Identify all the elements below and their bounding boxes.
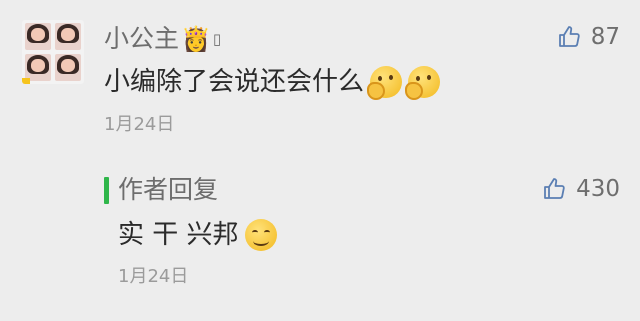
reply-like-button[interactable]: 430 bbox=[542, 176, 620, 202]
reply-body: 实 干 兴邦 bbox=[118, 214, 277, 256]
comment-date: 1月24日 bbox=[104, 114, 175, 135]
reply-text: 实 干 兴邦 bbox=[118, 220, 239, 250]
comment-body: 小编除了会说还会什么 bbox=[104, 62, 441, 102]
like-count: 430 bbox=[576, 176, 620, 202]
box-icon: ▯ bbox=[212, 30, 222, 48]
reply-accent-bar bbox=[104, 177, 109, 204]
thumbs-up-icon bbox=[544, 178, 565, 199]
avatar-badge bbox=[22, 78, 30, 84]
author-reply-label: 作者回复 bbox=[118, 175, 219, 204]
avatar[interactable] bbox=[22, 20, 84, 84]
like-count: 87 bbox=[590, 24, 620, 50]
thinking-emoji-icon bbox=[367, 66, 403, 100]
username-text: 小公主 bbox=[104, 24, 180, 53]
avatar-photo bbox=[25, 54, 51, 81]
avatar-photo bbox=[25, 23, 51, 50]
comment-like-button[interactable]: 87 bbox=[557, 24, 620, 50]
thinking-emoji-icon bbox=[405, 66, 441, 100]
avatar-photo bbox=[55, 54, 81, 81]
crown-icon: 👸 bbox=[181, 25, 211, 53]
comment-text: 小编除了会说还会什么 bbox=[104, 67, 365, 97]
thumbs-up-icon bbox=[558, 26, 580, 47]
reply-date: 1月24日 bbox=[118, 266, 189, 287]
comment-username[interactable]: 小公主 👸 ▯ bbox=[104, 22, 221, 56]
avatar-photo bbox=[55, 23, 81, 50]
smile-emoji-icon bbox=[244, 219, 277, 251]
